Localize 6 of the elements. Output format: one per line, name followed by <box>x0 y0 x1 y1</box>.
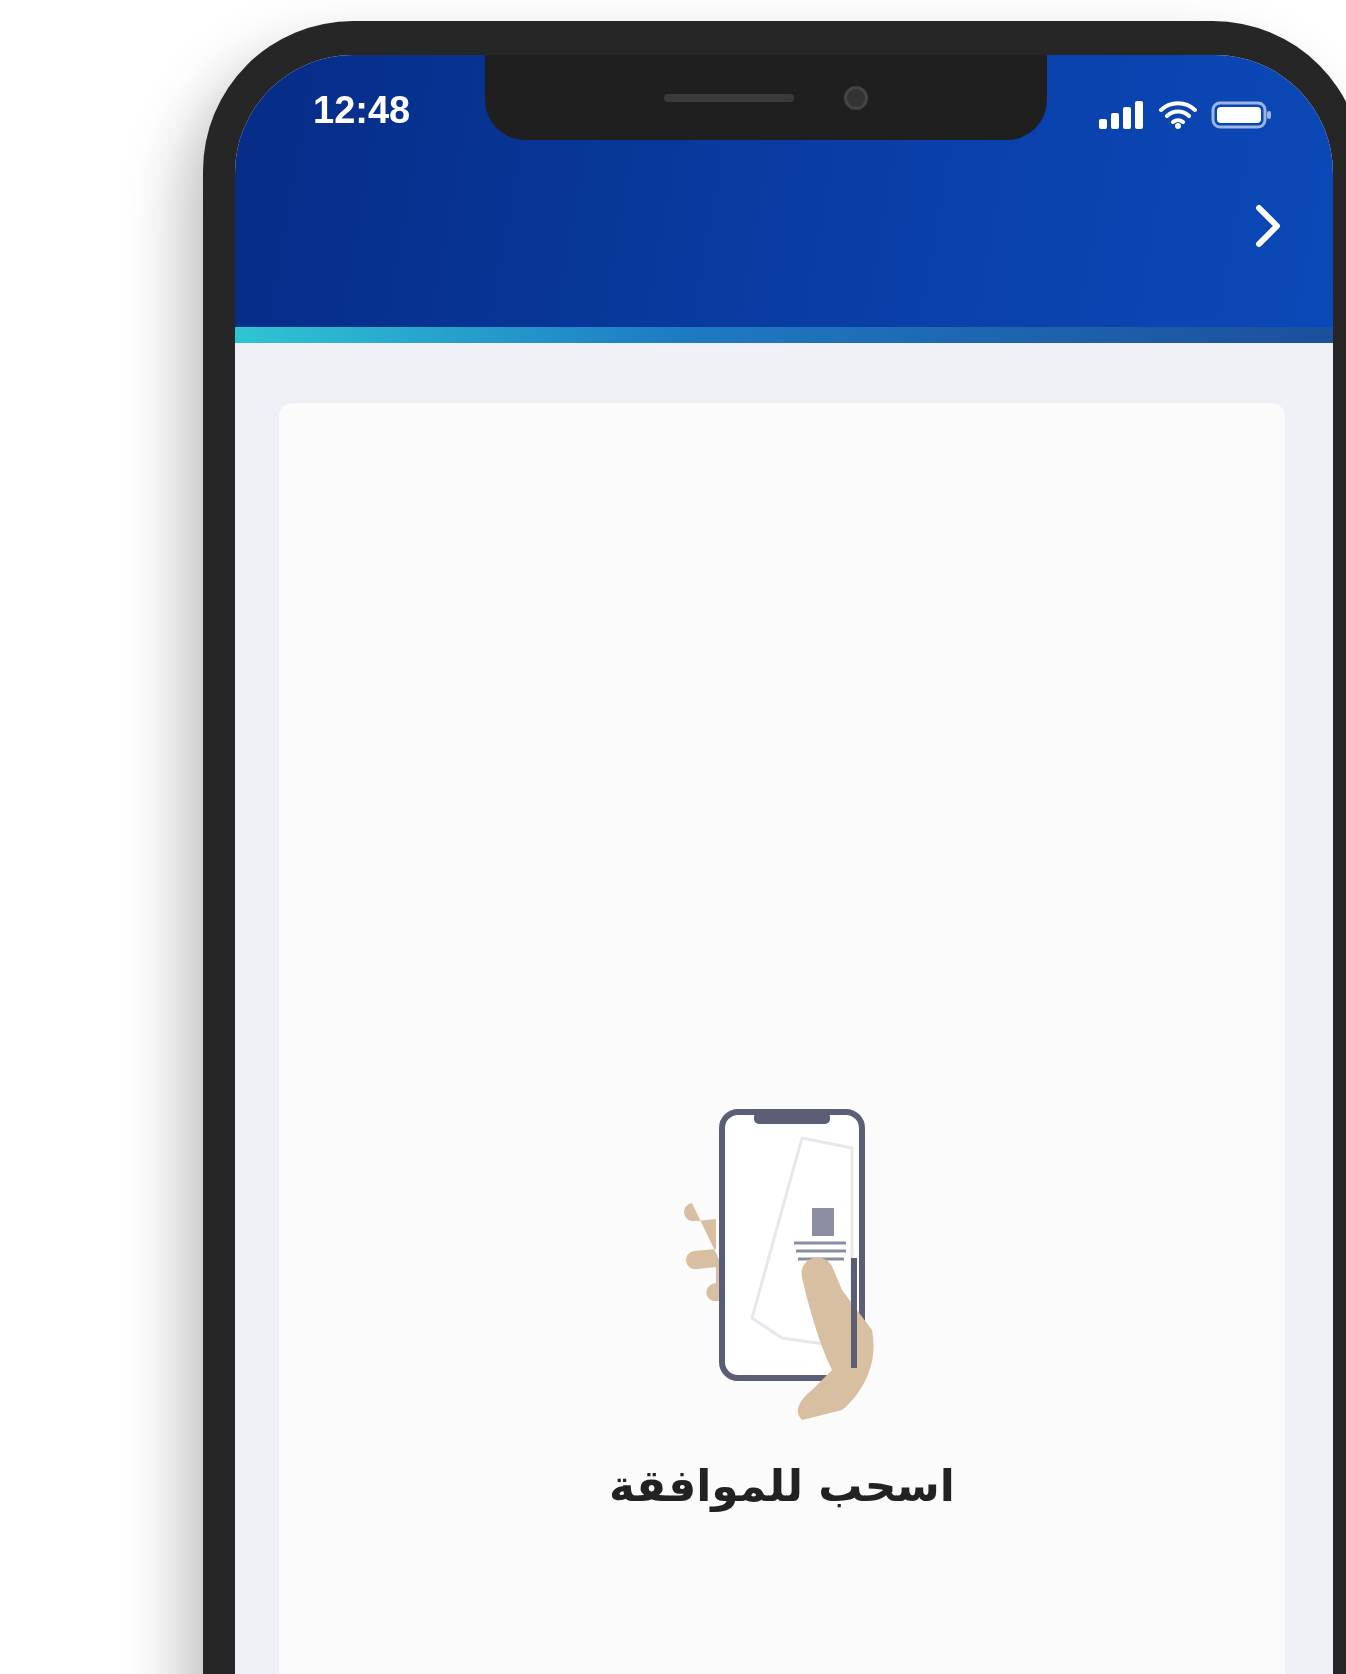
signal-icon <box>1099 100 1145 129</box>
chevron-right-icon[interactable] <box>1253 204 1283 248</box>
battery-icon <box>1211 100 1273 129</box>
status-time: 12:48 <box>313 89 411 132</box>
wifi-icon <box>1159 100 1197 129</box>
swipe-instruction-text: اسحب للموافقة <box>609 1460 955 1511</box>
